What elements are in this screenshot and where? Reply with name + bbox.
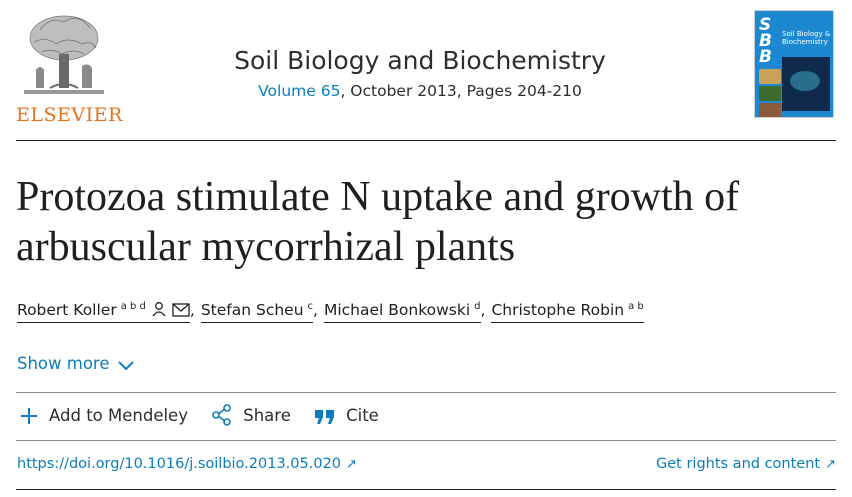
elsevier-logo[interactable]: ELSEVIER bbox=[14, 8, 122, 126]
issue-line: Volume 65, October 2013, Pages 204-210 bbox=[160, 82, 680, 100]
cover-image-strip bbox=[759, 103, 781, 117]
journal-info: Soil Biology and Biochemistry Volume 65,… bbox=[160, 46, 680, 100]
author-link[interactable]: Christophe Robin a b bbox=[491, 301, 644, 323]
author-name: Michael Bonkowski bbox=[323, 301, 471, 319]
author-separator: , bbox=[189, 301, 195, 319]
person-icon bbox=[152, 302, 166, 317]
cover-image bbox=[782, 57, 830, 111]
elsevier-tree-icon bbox=[24, 15, 104, 94]
section-divider bbox=[16, 440, 836, 441]
external-link-icon: ↗ bbox=[346, 457, 357, 472]
header-divider bbox=[16, 140, 836, 141]
cover-image-strip bbox=[759, 86, 781, 101]
cite-button[interactable]: Cite bbox=[314, 406, 379, 426]
cover-title: Soil Biology & Biochemistry bbox=[782, 30, 831, 46]
add-to-mendeley-button[interactable]: Add to Mendeley bbox=[19, 406, 188, 426]
publisher-name: ELSEVIER bbox=[16, 104, 123, 126]
article-actions: Add to Mendeley Share Cite bbox=[19, 404, 397, 426]
author-affiliations: a b d bbox=[120, 301, 146, 312]
share-icon bbox=[212, 404, 232, 426]
author-list: Robert Koller a b d, Stefan Scheu c, Michael… bbox=[17, 301, 644, 323]
journal-header: ELSEVIER Soil Biology and Biochemistry V… bbox=[0, 0, 852, 140]
author-separator: , bbox=[313, 301, 318, 319]
author-link[interactable]: Michael Bonkowski d bbox=[323, 301, 481, 323]
doi-link[interactable]: https://doi.org/10.1016/j.soilbio.2013.0… bbox=[17, 456, 357, 472]
author-link[interactable]: Stefan Scheu c bbox=[200, 301, 314, 323]
author-name: Christophe Robin bbox=[491, 301, 625, 319]
author-name: Stefan Scheu bbox=[200, 301, 304, 319]
doi-text: https://doi.org/10.1016/j.soilbio.2013.0… bbox=[17, 456, 342, 472]
journal-cover[interactable]: S B B Soil Biology & Biochemistry bbox=[754, 10, 834, 118]
mail-icon bbox=[172, 303, 190, 317]
issue-details: , October 2013, Pages 204-210 bbox=[340, 82, 582, 100]
section-divider bbox=[16, 392, 836, 393]
share-button[interactable]: Share bbox=[211, 404, 291, 426]
author-affiliations: a b bbox=[628, 301, 644, 312]
author-name: Robert Koller bbox=[17, 301, 117, 319]
author-link[interactable]: Robert Koller a b d bbox=[17, 301, 190, 323]
quote-icon bbox=[315, 410, 335, 424]
footer-divider bbox=[16, 489, 836, 490]
cover-letters: S B B bbox=[759, 17, 772, 67]
rights-text: Get rights and content bbox=[656, 456, 821, 472]
show-more-label: Show more bbox=[17, 354, 110, 373]
show-more-button[interactable]: Show more bbox=[17, 354, 135, 373]
cover-letter: B bbox=[759, 47, 772, 67]
share-label: Share bbox=[243, 406, 291, 425]
plus-icon bbox=[21, 408, 37, 424]
volume-link[interactable]: Volume 65 bbox=[258, 82, 340, 100]
article-title: Protozoa stimulate N uptake and growth o… bbox=[16, 174, 740, 270]
journal-title[interactable]: Soil Biology and Biochemistry bbox=[160, 46, 680, 75]
cite-label: Cite bbox=[346, 406, 379, 425]
external-link-icon: ↗ bbox=[825, 457, 836, 472]
rights-link[interactable]: Get rights and content ↗ bbox=[656, 456, 836, 472]
author-separator: , bbox=[480, 301, 486, 319]
chevron-down-icon bbox=[117, 361, 134, 371]
cover-image-strip bbox=[759, 69, 781, 84]
add-to-mendeley-label: Add to Mendeley bbox=[49, 406, 188, 425]
